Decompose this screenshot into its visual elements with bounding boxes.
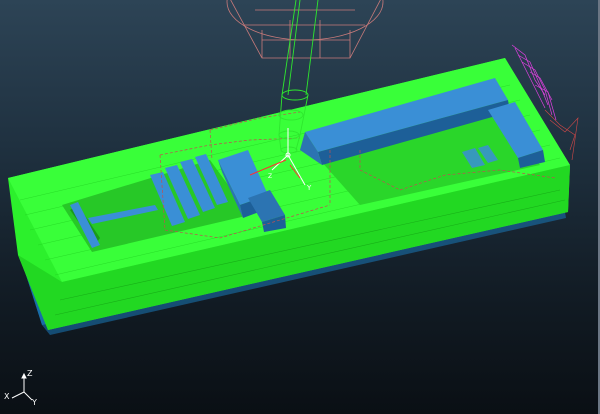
3d-scene[interactable]: Y Z Z Y X: [0, 0, 598, 414]
axis-z-label: Z: [27, 369, 33, 378]
axis-x-label: X: [4, 392, 10, 401]
graphics-viewport[interactable]: Y Z Z Y X: [0, 0, 600, 414]
axis-y-label: Y: [31, 398, 37, 407]
tool-triad-y-label: Y: [306, 184, 312, 192]
spindle-head: [226, 0, 384, 59]
tool-triad-z-label: Z: [268, 173, 272, 180]
